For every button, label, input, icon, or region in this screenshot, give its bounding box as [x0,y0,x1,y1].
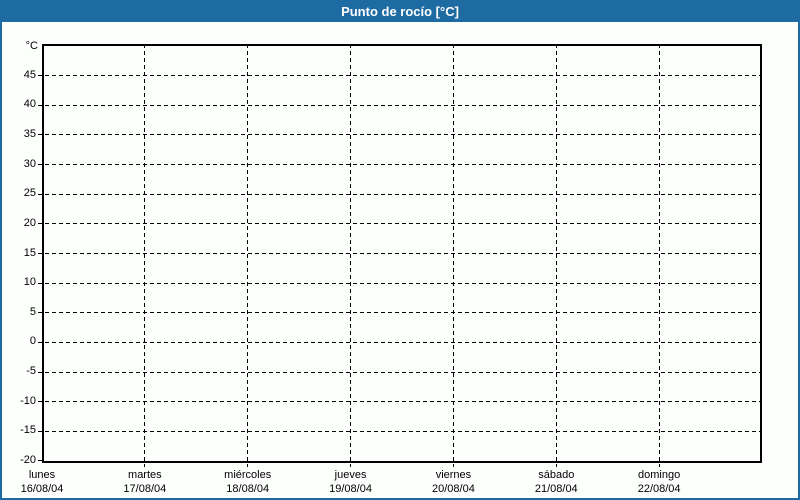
day-date-label: 17/08/04 [123,483,167,495]
gridline-vertical [247,44,249,467]
gridline-horizontal [38,430,762,432]
gridline-horizontal [38,282,762,284]
day-date-label: 21/08/04 [534,483,578,495]
chart-title: Punto de rocío [°C] [2,2,798,22]
x-axis-day-label: jueves 19/08/04 [299,468,403,496]
y-tick-label: -20 [20,454,36,466]
gridline-horizontal [38,134,762,136]
day-name-label: viernes [435,469,472,481]
y-tick-label: 10 [23,276,36,289]
x-axis-day-label: miércoles 18/08/04 [196,468,300,496]
gridline-horizontal [38,75,762,77]
y-tick-label: 40 [23,98,36,111]
day-date-label: 16/08/04 [20,483,64,495]
y-tick-label: 30 [23,157,36,170]
gridline-horizontal [38,312,762,314]
y-tick-label: -10 [20,394,36,407]
y-tick-label: -5 [26,365,36,378]
day-date-label: 18/08/04 [226,483,270,495]
gridline-horizontal [38,341,762,343]
gridline-horizontal [38,223,762,225]
day-date-label: 20/08/04 [432,483,475,495]
y-axis-tick [38,460,42,461]
day-date-label: 19/08/04 [329,483,372,495]
gridline-horizontal [38,253,762,254]
y-tick-label: 0 [29,335,36,348]
gridline-vertical [144,44,146,467]
y-tick-label: -15 [20,424,36,437]
day-name-label: domingo [638,469,681,481]
chart-window: Punto de rocío [°C] °C 45 40 35 30 25 20 15 10 5… [0,0,800,500]
gridline-vertical [555,44,557,467]
x-axis-day-label: sábado 21/08/04 [504,468,608,496]
gridline-horizontal [38,371,762,373]
gridline-horizontal [38,104,762,106]
y-tick-label: 20 [23,216,36,229]
gridline-vertical [350,44,352,467]
day-name-label: sábado [538,469,575,481]
gridline-horizontal [38,401,762,403]
day-name-label: lunes [28,469,56,481]
x-axis-day-label: domingo 22/08/04 [607,468,711,496]
x-axis-day-label: lunes 16/08/04 [0,468,94,496]
y-tick-label: 35 [23,127,36,140]
x-axis-day-label: martes 17/08/04 [93,468,197,496]
gridline-vertical [658,44,660,467]
y-tick-label: 5 [29,305,36,318]
x-axis-day-label: viernes 20/08/04 [401,468,505,496]
y-axis-unit-label: °C [25,40,38,52]
y-tick-label: 45 [23,68,36,81]
gridline-horizontal [38,164,762,166]
y-tick-label: 15 [23,246,36,259]
gridline-vertical [452,44,454,467]
day-date-label: 22/08/04 [637,483,681,495]
day-name-label: martes [128,469,162,481]
day-name-label: miércoles [224,469,272,481]
gridline-horizontal [38,193,762,195]
day-name-label: jueves [334,469,367,481]
y-tick-label: 25 [23,187,36,200]
